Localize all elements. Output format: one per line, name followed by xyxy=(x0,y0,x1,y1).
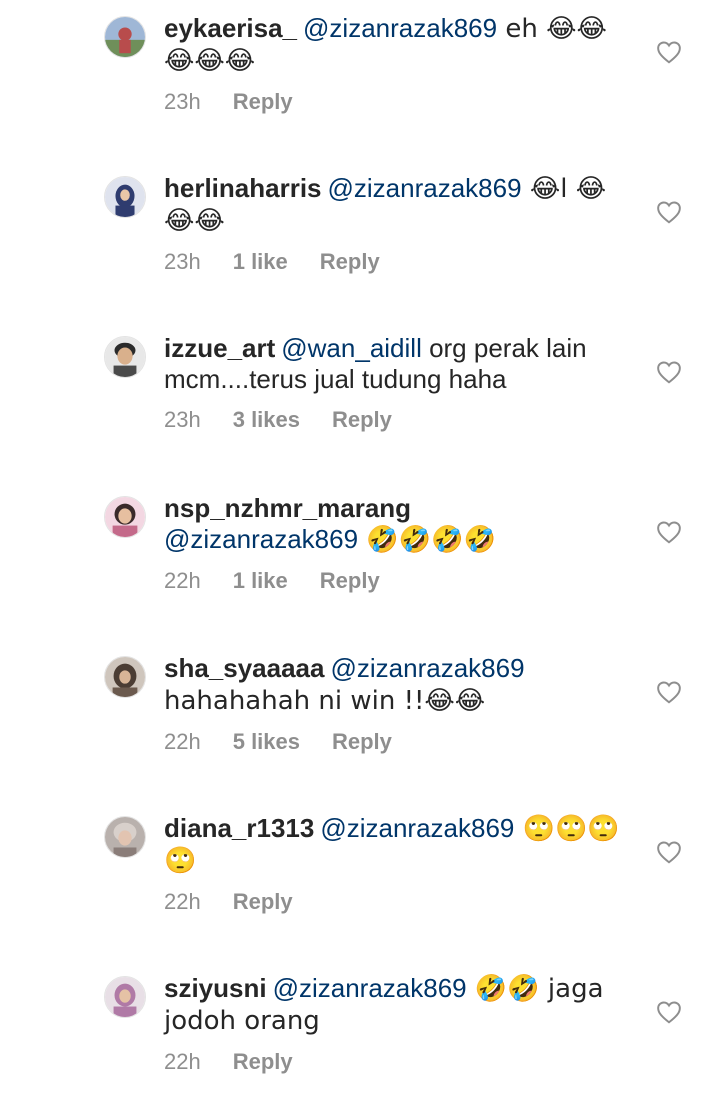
comment-username[interactable]: nsp_nzhmr_marang xyxy=(164,493,411,523)
like-heart-icon[interactable] xyxy=(656,520,682,544)
comment-time: 23h xyxy=(164,89,201,114)
avatar[interactable] xyxy=(104,176,146,218)
comment-meta: 23h 3 likes Reply xyxy=(164,407,624,433)
comment-item: izzue_art @wan_aidill org perak lain mcm.… xyxy=(0,320,722,480)
comment-text: diana_r1313 @zizanrazak869 🙄🙄🙄🙄 xyxy=(164,813,624,877)
avatar[interactable] xyxy=(104,656,146,698)
avatar[interactable] xyxy=(104,16,146,58)
comment-username[interactable]: diana_r1313 xyxy=(164,813,314,843)
likes-count[interactable]: 5 likes xyxy=(233,729,300,755)
comment-body: 🤣🤣🤣🤣 xyxy=(358,525,496,555)
comment-meta: 22h Reply xyxy=(164,889,624,915)
comment-body: hahahahah ni win !!😂😂 xyxy=(164,686,486,716)
like-heart-icon[interactable] xyxy=(656,1000,682,1024)
reply-button[interactable]: Reply xyxy=(332,407,392,433)
comment-item: sha_syaaaaa @zizanrazak869 hahahahah ni w… xyxy=(0,640,722,800)
comment-meta: 22h 1 like Reply xyxy=(164,568,624,594)
comment-time: 23h xyxy=(164,249,201,274)
comment-mention[interactable]: @zizanrazak869 xyxy=(303,13,497,43)
comment-meta: 23h 1 like Reply xyxy=(164,249,624,275)
comment-username[interactable]: eykaerisa_ xyxy=(164,13,297,43)
comment-username[interactable]: izzue_art xyxy=(164,333,275,363)
avatar[interactable] xyxy=(104,976,146,1018)
comment-username[interactable]: sha_syaaaaa xyxy=(164,653,324,683)
like-heart-icon[interactable] xyxy=(656,680,682,704)
comment-time: 23h xyxy=(164,407,201,432)
comment-text: herlinaharris @zizanrazak869 😂l 😂😂😂 xyxy=(164,173,624,237)
comment-item: diana_r1313 @zizanrazak869 🙄🙄🙄🙄 22h Reply xyxy=(0,800,722,960)
comment-mention[interactable]: @zizanrazak869 xyxy=(164,524,358,554)
comment-item: sziyusni @zizanrazak869 🤣🤣 jaga jodoh ora… xyxy=(0,960,722,1120)
comment-text: sha_syaaaaa @zizanrazak869 hahahahah ni w… xyxy=(164,653,624,717)
reply-button[interactable]: Reply xyxy=(320,249,380,275)
comment-mention[interactable]: @zizanrazak869 xyxy=(328,173,522,203)
like-heart-icon[interactable] xyxy=(656,840,682,864)
likes-count[interactable]: 1 like xyxy=(233,249,288,275)
comment-meta: 23h Reply xyxy=(164,89,624,115)
comment-text: izzue_art @wan_aidill org perak lain mcm.… xyxy=(164,333,624,395)
reply-button[interactable]: Reply xyxy=(233,1049,293,1075)
comment-time: 22h xyxy=(164,568,201,593)
comment-mention[interactable]: @zizanrazak869 xyxy=(330,653,524,683)
comment-item: herlinaharris @zizanrazak869 😂l 😂😂😂 23h 1… xyxy=(0,160,722,320)
comment-meta: 22h 5 likes Reply xyxy=(164,729,624,755)
comment-meta: 22h Reply xyxy=(164,1049,624,1075)
comment-text: nsp_nzhmr_marang @zizanrazak869 🤣🤣🤣🤣 xyxy=(164,493,624,556)
comment-mention[interactable]: @wan_aidill xyxy=(281,333,422,363)
comment-username[interactable]: herlinaharris xyxy=(164,173,322,203)
like-heart-icon[interactable] xyxy=(656,40,682,64)
comment-text: sziyusni @zizanrazak869 🤣🤣 jaga jodoh ora… xyxy=(164,973,624,1037)
reply-button[interactable]: Reply xyxy=(332,729,392,755)
like-heart-icon[interactable] xyxy=(656,360,682,384)
likes-count[interactable]: 1 like xyxy=(233,568,288,594)
comment-mention[interactable]: @zizanrazak869 xyxy=(320,813,514,843)
comment-time: 22h xyxy=(164,1049,201,1074)
comment-mention[interactable]: @zizanrazak869 xyxy=(273,973,467,1003)
comment-time: 22h xyxy=(164,889,201,914)
comment-text: eykaerisa_ @zizanrazak869 eh 😂😂😂😂😂 xyxy=(164,13,624,77)
comment-username[interactable]: sziyusni xyxy=(164,973,267,1003)
avatar[interactable] xyxy=(104,496,146,538)
comment-item: eykaerisa_ @zizanrazak869 eh 😂😂😂😂😂 23h Re… xyxy=(0,0,722,160)
like-heart-icon[interactable] xyxy=(656,200,682,224)
comment-item: nsp_nzhmr_marang @zizanrazak869 🤣🤣🤣🤣 22h … xyxy=(0,480,722,640)
avatar[interactable] xyxy=(104,336,146,378)
comment-time: 22h xyxy=(164,729,201,754)
reply-button[interactable]: Reply xyxy=(320,568,380,594)
reply-button[interactable]: Reply xyxy=(233,889,293,915)
reply-button[interactable]: Reply xyxy=(233,89,293,115)
avatar[interactable] xyxy=(104,816,146,858)
likes-count[interactable]: 3 likes xyxy=(233,407,300,433)
